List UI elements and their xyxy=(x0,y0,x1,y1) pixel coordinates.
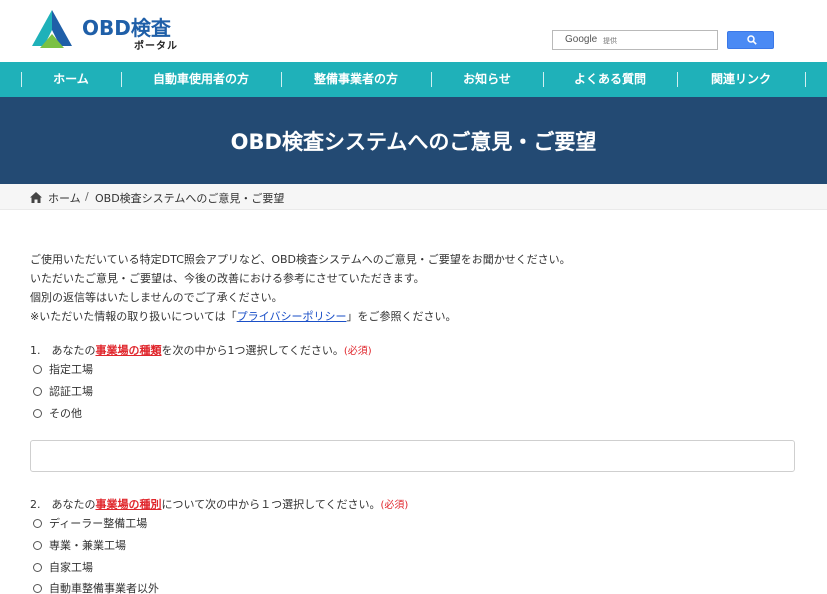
option-label: 認証工場 xyxy=(49,385,93,398)
q2-option-non-business[interactable]: 自動車整備事業者以外 xyxy=(33,580,159,594)
privacy-policy-link[interactable]: プライバシーポリシー xyxy=(237,310,347,323)
nav-item-maintenance-businesses[interactable]: 整備事業者の方 xyxy=(281,62,431,97)
nav-divider xyxy=(805,72,806,87)
q1-option-designated[interactable]: 指定工場 xyxy=(33,361,93,377)
logo-subtitle: ポータル xyxy=(134,41,178,52)
nav-item-faq[interactable]: よくある質問 xyxy=(543,62,677,97)
radio-button[interactable] xyxy=(33,365,42,374)
q1-option-other[interactable]: その他 xyxy=(33,405,82,421)
breadcrumb: ホーム / OBD検査システムへのご意見・ご要望 xyxy=(0,184,827,210)
radio-button[interactable] xyxy=(33,387,42,396)
search-icon xyxy=(747,35,757,45)
other-details-input[interactable] xyxy=(30,440,795,472)
required-badge: (必須) xyxy=(380,500,409,511)
q2-option-in-house[interactable]: 自家工場 xyxy=(33,559,93,575)
option-label: 自家工場 xyxy=(49,561,93,574)
page-title: OBD検査システムへのご意見・ご要望 xyxy=(230,130,597,154)
intro-line-policy: ※いただいた情報の取り扱いについては「プライバシーポリシー」をご参照ください。 xyxy=(30,307,571,326)
site-logo[interactable]: OBD検査 ポータル xyxy=(30,8,190,54)
policy-text-after: 」をご参照ください。 xyxy=(346,310,457,323)
q1-option-certified[interactable]: 認証工場 xyxy=(33,383,93,399)
breadcrumb-current: OBD検査システムへのご意見・ご要望 xyxy=(95,192,285,205)
main-nav: ホーム 自動車使用者の方 整備事業者の方 お知らせ よくある質問 関連リンク xyxy=(0,62,827,97)
option-label: 指定工場 xyxy=(49,363,93,376)
intro-line: 個別の返信等はいたしませんのでご了承ください。 xyxy=(30,291,283,304)
logo-mark-icon xyxy=(32,10,72,48)
site-header: OBD検査 ポータル Google 提供 xyxy=(0,0,827,62)
option-label: 専業・兼業工場 xyxy=(49,539,126,552)
intro-line: いただいたご意見・ご要望は、今後の改善における参考にさせていただきます。 xyxy=(30,272,425,285)
intro-line: ご使用いただいている特定DTC照会アプリなど、OBD検査システムへのご意見・ご要… xyxy=(30,253,571,266)
q2-option-dealer[interactable]: ディーラー整備工場 xyxy=(33,515,147,531)
nav-item-home[interactable]: ホーム xyxy=(21,62,121,97)
option-label: 自動車整備事業者以外 xyxy=(49,582,159,594)
breadcrumb-separator: / xyxy=(85,190,89,203)
search-provider: 提供 xyxy=(603,37,617,45)
question-2-emphasis: 事業場の種別 xyxy=(95,498,162,511)
radio-button[interactable] xyxy=(33,541,42,550)
nav-item-related-links[interactable]: 関連リンク xyxy=(677,62,805,97)
option-label: ディーラー整備工場 xyxy=(49,517,148,530)
radio-button[interactable] xyxy=(33,584,42,593)
nav-item-vehicle-users[interactable]: 自動車使用者の方 xyxy=(121,62,281,97)
nav-item-news[interactable]: お知らせ xyxy=(431,62,543,97)
policy-text-before: ※いただいた情報の取り扱いについては「 xyxy=(30,310,237,323)
q2-option-specialized[interactable]: 専業・兼業工場 xyxy=(33,537,126,553)
option-label: その他 xyxy=(49,407,82,420)
question-1-prefix: 1. あなたの xyxy=(30,344,96,357)
search-button[interactable] xyxy=(727,31,774,49)
search-brand: Google xyxy=(565,34,598,45)
page-banner: OBD検査システムへのご意見・ご要望 xyxy=(0,97,827,184)
required-badge: (必須) xyxy=(343,346,372,357)
radio-button[interactable] xyxy=(33,519,42,528)
search-input[interactable]: Google 提供 xyxy=(552,30,718,50)
question-2-suffix: について次の中から１つ選択してください。 xyxy=(161,498,381,511)
question-2-prefix: 2. あなたの xyxy=(30,498,96,511)
question-1-title: 1. あなたの事業場の種類を次の中から1つ選択してください。(必須) xyxy=(30,342,372,358)
question-1-emphasis: 事業場の種類 xyxy=(95,344,162,357)
home-icon xyxy=(30,192,42,203)
intro-text: ご使用いただいている特定DTC照会アプリなど、OBD検査システムへのご意見・ご要… xyxy=(30,250,571,326)
breadcrumb-home-link[interactable]: ホーム xyxy=(48,190,81,206)
question-2-title: 2. あなたの事業場の種別について次の中から１つ選択してください。(必須) xyxy=(30,496,408,512)
radio-button[interactable] xyxy=(33,409,42,418)
radio-button[interactable] xyxy=(33,563,42,572)
question-1-suffix: を次の中から1つ選択してください。 xyxy=(161,344,344,357)
